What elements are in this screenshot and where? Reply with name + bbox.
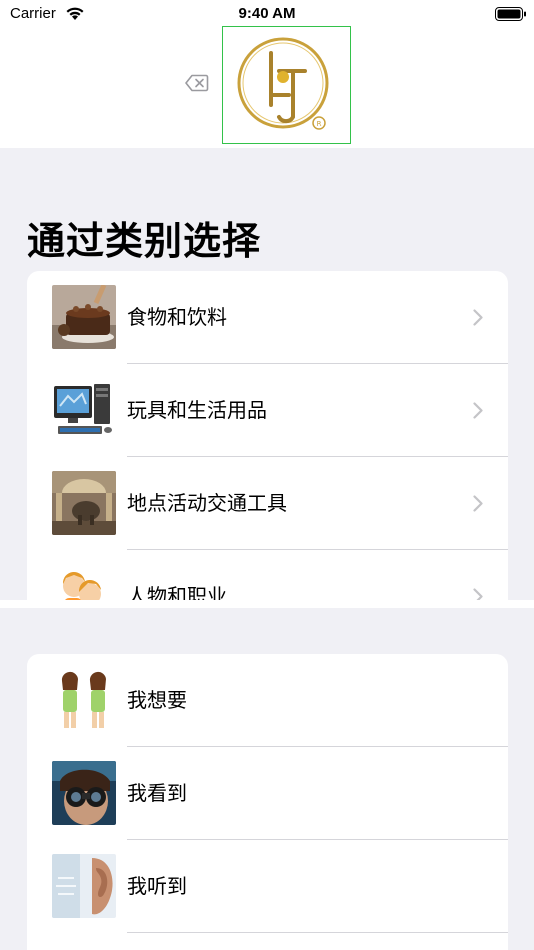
computer-photo — [52, 378, 116, 442]
phrase-region: 我想要 我看到 我听到 — [0, 608, 534, 950]
header: R — [0, 26, 534, 148]
backspace-icon[interactable] — [185, 74, 209, 92]
list-item-label: 玩具和生活用品 — [127, 398, 267, 422]
list-item-i-see[interactable]: 我看到 — [27, 747, 508, 840]
page-title: 通过类别选择 — [27, 219, 262, 263]
svg-text:R: R — [317, 120, 322, 128]
status-bar: Carrier 9:40 AM — [0, 0, 534, 28]
list-item-toys[interactable]: 玩具和生活用品 — [27, 364, 508, 457]
list-item-food[interactable]: 食物和饮料 — [27, 271, 508, 364]
two-people-illustration — [52, 668, 116, 732]
divider — [127, 932, 508, 933]
brand-logo: R — [222, 26, 351, 144]
list-item-label: 我听到 — [127, 874, 187, 898]
list-item-i-hear[interactable]: 我听到 — [27, 840, 508, 933]
list-item-label: 食物和饮料 — [127, 305, 227, 329]
chevron-right-icon — [473, 309, 483, 326]
clock: 9:40 AM — [238, 5, 296, 22]
phrase-list: 我想要 我看到 我听到 — [27, 654, 508, 950]
list-item-label: 我看到 — [127, 781, 187, 805]
cake-photo — [52, 285, 116, 349]
section-separator — [0, 600, 534, 608]
chevron-right-icon — [473, 495, 483, 512]
binoculars-photo — [52, 761, 116, 825]
list-item-i-want[interactable]: 我想要 — [27, 654, 508, 747]
list-item-label: 地点活动交通工具 — [127, 491, 287, 515]
battery-icon — [495, 7, 526, 21]
museum-photo — [52, 471, 116, 535]
brand-logo-icon: R — [237, 37, 329, 130]
category-region: 通过类别选择 食物和饮料 玩具和生活用品 地点活动交通工具 人物和职业 — [0, 148, 534, 608]
list-item-label: 我想要 — [127, 688, 187, 712]
chevron-right-icon — [473, 402, 483, 419]
ear-photo — [52, 854, 116, 918]
list-item-places[interactable]: 地点活动交通工具 — [27, 457, 508, 550]
category-list: 食物和饮料 玩具和生活用品 地点活动交通工具 人物和职业 — [27, 271, 508, 608]
